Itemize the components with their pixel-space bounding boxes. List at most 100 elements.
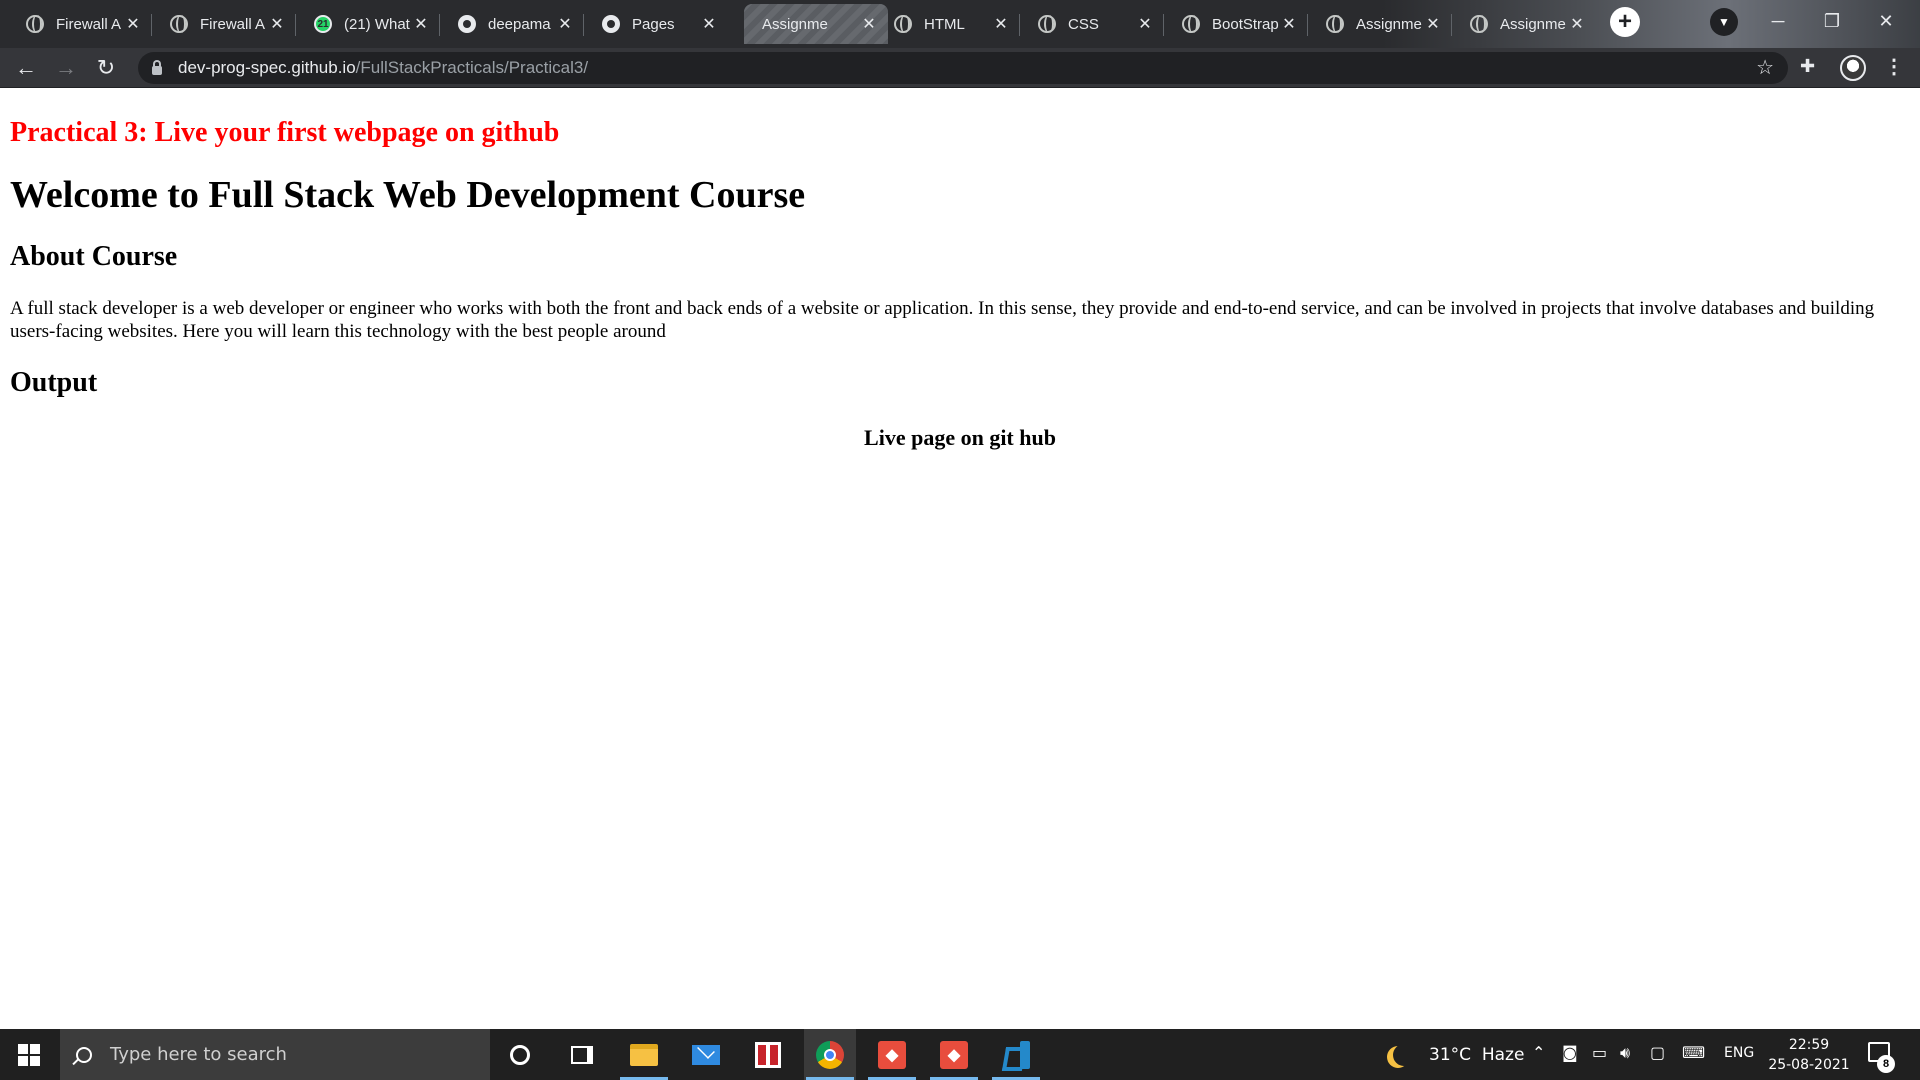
close-icon[interactable]: ✕ [1424,14,1442,34]
close-icon[interactable]: ✕ [124,14,142,34]
speaker-icon[interactable]: 🔊︎ [1620,1043,1630,1063]
bookmark-star-icon[interactable]: ☆ [1756,55,1774,80]
close-icon[interactable]: ✕ [1280,14,1298,34]
url-text[interactable]: dev-prog-spec.github.io/FullStackPractic… [178,58,588,78]
clock-time: 22:59 [1788,1037,1830,1053]
keyboard-icon[interactable]: ⌨ [1682,1043,1705,1062]
git-app-button-2[interactable]: ◆ [928,1029,980,1080]
gift-icon [755,1041,781,1068]
tab-title: deepama [488,15,551,33]
close-icon[interactable]: ✕ [556,14,574,34]
git-app-button[interactable]: ◆ [866,1029,918,1080]
tab-7[interactable]: CSS ✕ [1020,4,1164,44]
chrome-icon [816,1040,844,1069]
browser-toolbar: ← → ↻ dev-prog-spec.github.io/FullStackP… [0,48,1920,88]
mail-icon [692,1044,720,1065]
input-language[interactable]: ENG [1724,1045,1754,1061]
tab-title: Firewall A [56,15,122,33]
mail-button[interactable] [680,1029,732,1080]
live-page-caption: Live page on git hub [864,425,1056,450]
search-placeholder: Type here to search [110,1044,287,1065]
windows-start-button[interactable] [18,1044,40,1066]
minimize-icon: ─ [1771,11,1785,31]
arrow-right-icon: → [55,55,77,80]
whatsapp-icon: 21 [314,15,332,33]
tab-title: Assignme [762,15,828,33]
weather-temperature: 31°C [1429,1044,1472,1065]
restore-button[interactable]: ❐ [1812,6,1852,36]
close-icon[interactable]: ✕ [700,14,718,34]
about-course-paragraph: A full stack developer is a web develope… [10,298,1875,342]
globe-icon [170,15,188,33]
taskbar-search-box[interactable]: Type here to search [60,1029,490,1080]
web-page-content: Practical 3: Live your first webpage on … [0,89,1920,1029]
git-icon: ◆ [878,1040,906,1069]
close-icon[interactable]: ✕ [412,14,430,34]
git-icon: ◆ [940,1040,968,1069]
file-explorer-button[interactable] [618,1029,670,1080]
gift-app-button[interactable] [742,1029,794,1080]
tab-search-button[interactable]: ▼ [1710,8,1738,36]
tab-4[interactable]: Pages ✕ [584,4,728,44]
about-course-heading: About Course [10,241,178,272]
forward-button[interactable]: → [52,54,80,82]
tab-1[interactable]: Firewall A ✕ [152,4,296,44]
task-view-button[interactable] [556,1029,608,1080]
clock-date: 25-08-2021 [1768,1057,1850,1073]
cortana-button[interactable] [494,1029,546,1080]
vscode-icon [1002,1040,1030,1069]
url-host: dev-prog-spec.github.io [178,58,356,77]
windows-logo-tile [30,1044,40,1054]
url-path: /FullStackPracticals/Practical3/ [355,58,589,77]
system-clock[interactable]: 22:59 25-08-2021 [1764,1035,1854,1075]
tab-10[interactable]: Assignme ✕ [1452,4,1596,44]
lock-icon[interactable] [152,59,162,75]
vscode-button[interactable] [990,1029,1042,1080]
close-icon: ✕ [1878,11,1894,31]
globe-icon [894,15,912,33]
new-tab-button[interactable]: + [1610,7,1640,37]
globe-icon [26,15,44,33]
profile-avatar[interactable] [1840,55,1866,81]
minimize-button[interactable]: ─ [1758,6,1798,36]
tab-title: Assignme [1500,15,1566,33]
tab-5-active[interactable]: Assignme ✕ [744,4,888,44]
tab-3[interactable]: deepama ✕ [440,4,584,44]
tab-8[interactable]: BootStrap ✕ [1164,4,1308,44]
address-bar[interactable]: dev-prog-spec.github.io/FullStackPractic… [138,52,1788,84]
close-icon[interactable]: ✕ [1568,14,1586,34]
meet-now-icon[interactable]: ◙ [1562,1043,1578,1062]
chevron-up-icon[interactable]: ⌃ [1532,1043,1545,1062]
globe-icon [1470,15,1488,33]
close-icon[interactable]: ✕ [268,14,286,34]
window-close-button[interactable]: ✕ [1866,6,1906,36]
tab-0[interactable]: Firewall A ✕ [8,4,152,44]
restore-icon: ❐ [1823,11,1841,31]
tab-title: CSS [1068,15,1099,33]
weather-widget[interactable]: 31°C Haze [1385,1029,1524,1080]
close-icon[interactable]: ✕ [1136,14,1154,34]
folder-icon [630,1043,658,1066]
tab-title: (21) What [344,15,410,33]
chevron-down-icon: ▼ [1718,15,1730,29]
tab-6[interactable]: HTML ✕ [876,4,1020,44]
weather-description: Haze [1481,1044,1525,1065]
battery-icon[interactable]: ▭ [1592,1043,1607,1062]
tab-9[interactable]: Assignme ✕ [1308,4,1452,44]
tab-2[interactable]: 21 (21) What ✕ [296,4,440,44]
extensions-puzzle-icon[interactable]: ✚ [1800,56,1815,77]
network-icon[interactable]: ▢ [1650,1043,1665,1062]
github-icon [458,15,476,33]
reload-button[interactable]: ↻ [92,54,120,82]
output-heading: Output [10,367,98,398]
kebab-menu-icon[interactable]: ⋮ [1884,54,1904,79]
windows-taskbar: Type here to search ◆ ◆ 31°C Haze ⌃ ◙ ▭ … [0,1029,1920,1080]
windows-logo-tile [18,1044,28,1054]
course-title: Welcome to Full Stack Web Development Co… [10,174,806,216]
chrome-button[interactable] [804,1029,856,1080]
back-button[interactable]: ← [12,54,40,82]
close-icon[interactable]: ✕ [992,14,1010,34]
moon-icon [1393,1044,1415,1066]
practical-title: Practical 3: Live your first webpage on … [10,117,560,148]
tab-title: Pages [632,15,675,33]
